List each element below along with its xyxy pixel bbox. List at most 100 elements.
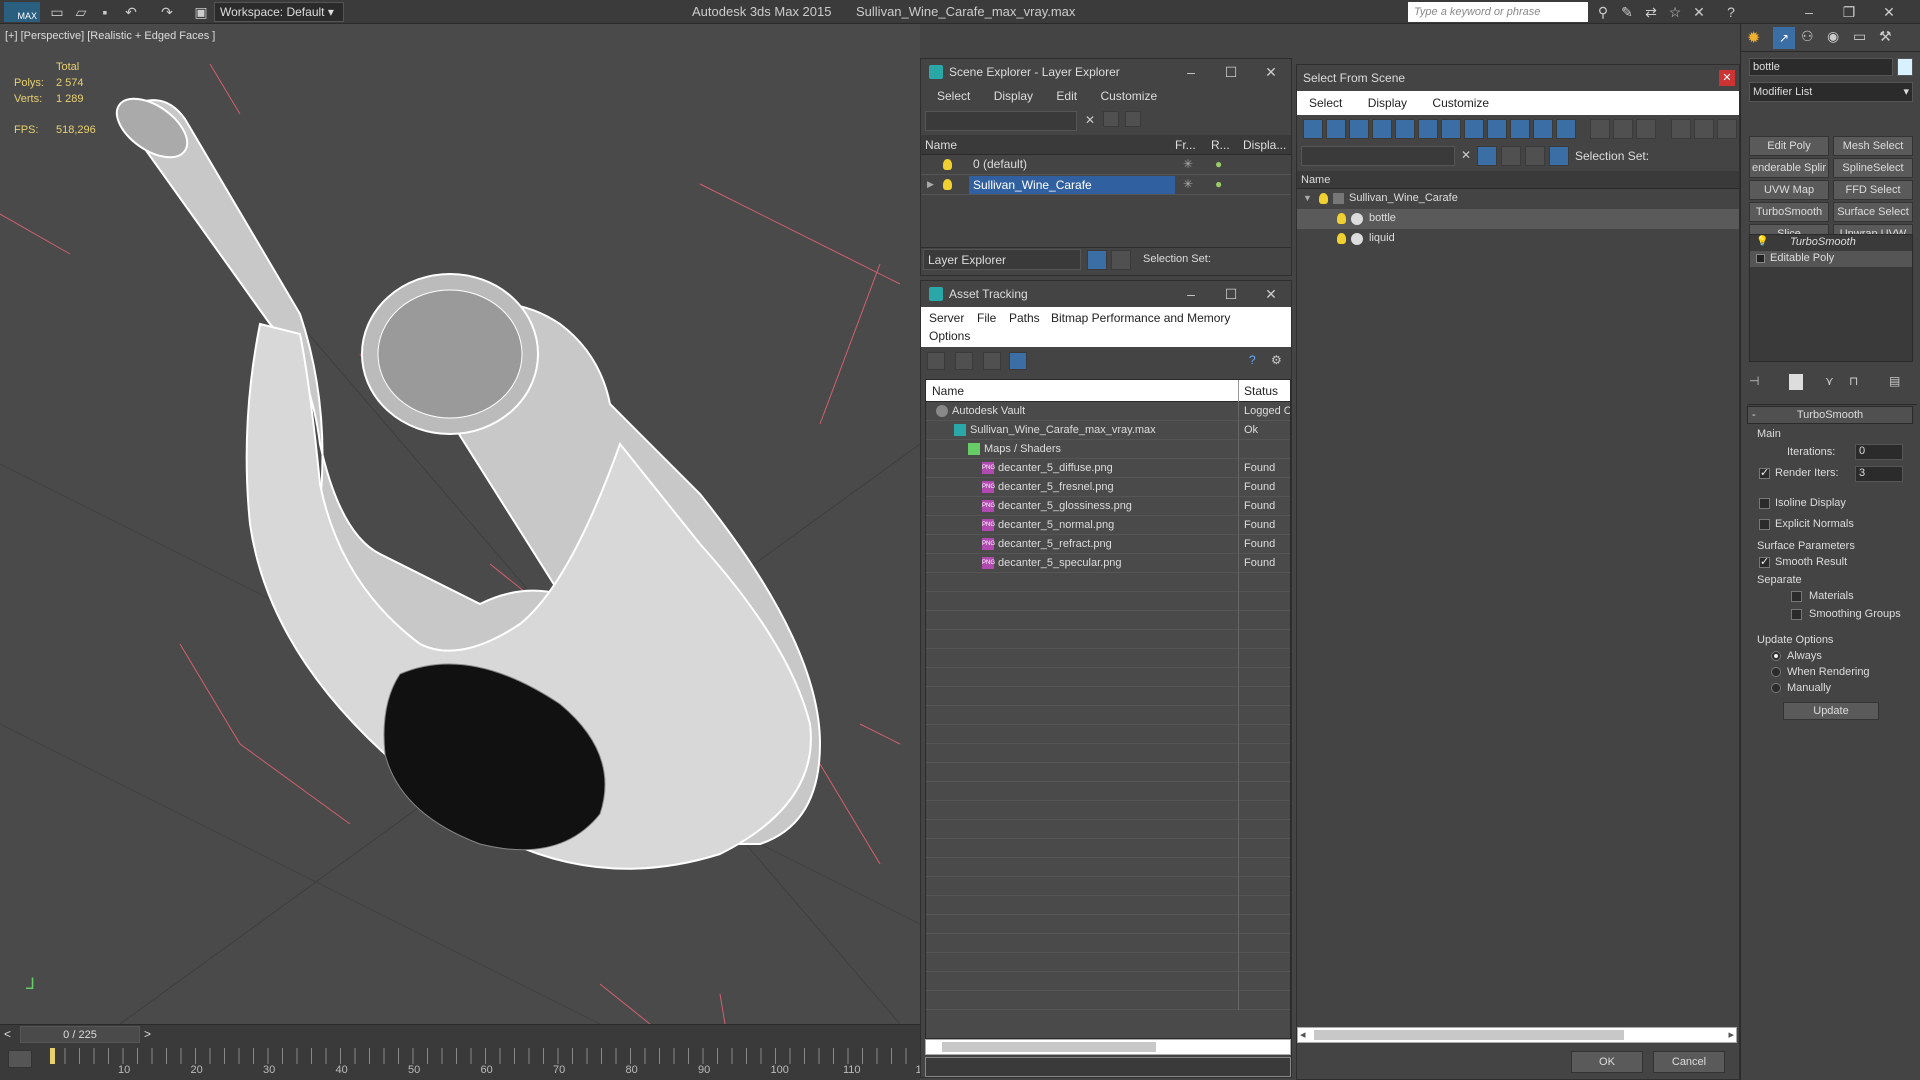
undo-icon[interactable]: ↶ — [122, 3, 140, 21]
cancel-button[interactable]: Cancel — [1653, 1051, 1725, 1073]
modifier-button[interactable]: FFD Select — [1833, 180, 1913, 200]
binoculars-icon[interactable]: ⚲ — [1594, 3, 1612, 21]
display-tab-icon[interactable]: ▭ — [1853, 28, 1866, 45]
modifier-button[interactable]: Surface Select — [1833, 202, 1913, 222]
hierarchy-icon[interactable] — [1693, 119, 1714, 139]
asset-row[interactable]: PNG decanter_5_refract.png Found — [926, 535, 1290, 554]
asset-row[interactable]: PNG decanter_5_specular.png Found — [926, 554, 1290, 573]
thumbnail-icon[interactable] — [983, 352, 1001, 370]
help-icon[interactable]: ? — [1249, 353, 1256, 367]
modifier-button[interactable]: Edit Poly — [1749, 136, 1829, 156]
workspace-dropdown[interactable]: Workspace: Default ▾ — [214, 2, 344, 22]
help-icon[interactable]: ? — [1722, 3, 1740, 21]
grid-view-icon[interactable] — [1009, 352, 1027, 370]
light-bulb-icon[interactable] — [943, 179, 952, 190]
col-render[interactable]: R... — [1211, 135, 1230, 155]
explicit-normals-checkbox[interactable] — [1759, 519, 1770, 530]
app-logo-icon[interactable]: MAX — [4, 2, 40, 22]
pin-stack-icon[interactable]: ⊣ — [1749, 374, 1759, 388]
track-bar[interactable]: 10203040506070809010011012 — [0, 1044, 928, 1080]
tree-row-selected[interactable]: bottle — [1297, 209, 1739, 229]
tree-horizontal-scrollbar[interactable]: ◂ ▸ — [1297, 1027, 1737, 1043]
freeze-icon[interactable]: ✳ — [1183, 175, 1193, 193]
asset-row[interactable]: PNG decanter_5_normal.png Found — [926, 516, 1290, 535]
modify-tab-icon[interactable]: ↗ — [1773, 27, 1795, 49]
menu-customize[interactable]: Customize — [1432, 96, 1489, 110]
layers-icon[interactable] — [1525, 146, 1545, 166]
update-button[interactable]: Update — [1783, 702, 1879, 720]
list-icon[interactable] — [955, 352, 973, 370]
col-name[interactable]: Name — [932, 380, 964, 402]
tools-icon[interactable]: ✎ — [1618, 3, 1636, 21]
show-end-result-icon[interactable] — [1789, 374, 1803, 390]
frozen-filter-icon[interactable] — [1533, 119, 1553, 139]
close-icon[interactable]: ✕ — [1880, 3, 1898, 21]
menu-customize[interactable]: Customize — [1100, 89, 1157, 103]
clear-search-icon[interactable]: ✕ — [1461, 148, 1471, 162]
scroll-left-icon[interactable]: ◂ — [1300, 1028, 1306, 1041]
utilities-tab-icon[interactable]: ⚒ — [1879, 28, 1892, 45]
track-ruler[interactable] — [50, 1048, 920, 1064]
clear-search-icon[interactable]: ✕ — [1085, 113, 1095, 127]
asset-path-field[interactable] — [925, 1057, 1291, 1077]
tree-row-root[interactable]: ▼ Sullivan_Wine_Carafe — [1297, 189, 1739, 209]
col-display[interactable]: Displa... — [1243, 135, 1286, 155]
light-bulb-icon[interactable] — [943, 159, 952, 170]
layer-row[interactable]: 0 (default) ✳ ● — [921, 155, 1291, 175]
rollout-header[interactable]: - TurboSmooth — [1747, 406, 1913, 424]
track-bar-icon[interactable] — [8, 1050, 32, 1068]
always-radio[interactable] — [1771, 651, 1781, 661]
bones-filter-icon[interactable] — [1487, 119, 1507, 139]
when-rendering-radio[interactable] — [1771, 667, 1781, 677]
menu-select[interactable]: Select — [1309, 96, 1342, 110]
link-icon[interactable] — [1501, 146, 1521, 166]
time-slider[interactable]: < 0 / 225 > — [0, 1024, 920, 1044]
layer-explorer-icon[interactable] — [1087, 250, 1107, 270]
bulb-icon[interactable]: 💡 — [1756, 236, 1768, 247]
display-children-icon[interactable] — [1716, 119, 1737, 139]
scrollbar-thumb[interactable] — [1314, 1030, 1624, 1040]
menu-bitmap[interactable]: Bitmap Performance and Memory — [1051, 311, 1230, 325]
maximize-icon[interactable]: ❐ — [1840, 3, 1858, 21]
containers-filter-icon[interactable] — [1510, 119, 1530, 139]
modifier-button[interactable]: UVW Map — [1749, 180, 1829, 200]
asset-row[interactable]: PNG decanter_5_diffuse.png Found — [926, 459, 1290, 478]
menu-options[interactable]: Options — [929, 329, 970, 343]
col-freeze[interactable]: Fr... — [1175, 135, 1196, 155]
hidden-filter-icon[interactable] — [1556, 119, 1576, 139]
filter-icon[interactable] — [1103, 111, 1119, 127]
minimize-icon[interactable]: – — [1171, 281, 1211, 307]
asset-row[interactable]: Maps / Shaders — [926, 440, 1290, 459]
xrefs-filter-icon[interactable] — [1464, 119, 1484, 139]
viewport-label[interactable]: [+] [Perspective] [Realistic + Edged Fac… — [5, 30, 215, 42]
explorer-type-dropdown[interactable]: Layer Explorer — [923, 249, 1081, 270]
x-icon[interactable]: ✕ — [1690, 3, 1708, 21]
maximize-icon[interactable]: ☐ — [1211, 281, 1251, 307]
refresh-icon[interactable] — [927, 352, 945, 370]
motion-tab-icon[interactable]: ◉ — [1827, 28, 1839, 45]
select-from-scene-titlebar[interactable]: Select From Scene ✕ — [1297, 65, 1739, 91]
col-name[interactable]: Name — [1301, 171, 1330, 189]
invert-selection-icon[interactable] — [1636, 119, 1657, 139]
cameras-filter-icon[interactable] — [1372, 119, 1392, 139]
modifier-button[interactable]: enderable Splir — [1749, 158, 1829, 178]
tree-row[interactable]: liquid — [1297, 229, 1739, 249]
star-icon[interactable]: ☆ — [1666, 3, 1684, 21]
menu-display[interactable]: Display — [994, 89, 1033, 103]
new-file-icon[interactable]: ▭ — [48, 3, 66, 21]
modifier-list-dropdown[interactable]: Modifier List ▾ — [1749, 82, 1913, 102]
create-tab-icon[interactable]: ✹ — [1747, 28, 1760, 48]
asset-row[interactable]: Autodesk Vault Logged C — [926, 402, 1290, 421]
light-bulb-icon[interactable] — [1319, 193, 1328, 204]
collapse-arrow-icon[interactable]: ▼ — [1303, 189, 1312, 207]
light-bulb-icon[interactable] — [1337, 213, 1346, 224]
configure-sets-icon[interactable]: ▤ — [1889, 374, 1900, 388]
close-icon[interactable]: ✕ — [1251, 59, 1291, 85]
scene-explorer-titlebar[interactable]: Scene Explorer - Layer Explorer – ☐ ✕ — [921, 59, 1291, 85]
spacewarps-filter-icon[interactable] — [1418, 119, 1438, 139]
asset-row[interactable]: Sullivan_Wine_Carafe_max_vray.max Ok — [926, 421, 1290, 440]
menu-paths[interactable]: Paths — [1009, 311, 1040, 325]
settings-icon[interactable]: ⚙ — [1271, 353, 1282, 367]
time-next-button[interactable]: > — [144, 1027, 151, 1041]
search-input[interactable]: Type a keyword or phrase — [1408, 2, 1588, 22]
